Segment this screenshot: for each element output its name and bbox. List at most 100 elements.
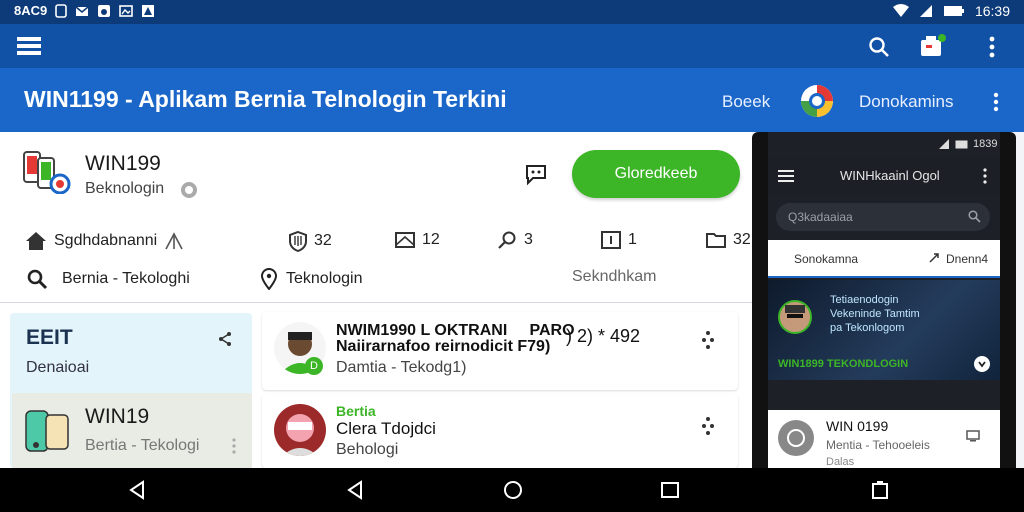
chevron-down-icon [978, 361, 986, 368]
stat-page[interactable]: 1 [600, 230, 637, 250]
stats-home[interactable]: Sgdhdabnanni [24, 230, 185, 252]
mail-icon [75, 5, 89, 16]
phone-tab-right[interactable]: Dnenn4 [946, 252, 988, 266]
filter-right-label[interactable]: Sekndhkam [572, 268, 657, 286]
info-icon [181, 182, 197, 198]
stat-folder[interactable]: 32 [705, 230, 751, 250]
phone-promo-banner[interactable]: Tetiaenodogin Vekeninde Tamtim pa Tekonl… [768, 280, 1000, 380]
promo-line-3: pa Tekonlogom [830, 322, 905, 334]
phone-card-avatar [778, 420, 814, 456]
app-subtitle: Beknologin [85, 180, 165, 197]
page-icon [601, 231, 621, 249]
phone-tabs: Sonokamna Dnenn4 [768, 240, 1000, 278]
clipboard-icon[interactable] [871, 480, 889, 500]
verified-badge: D [305, 357, 323, 375]
promo-line-1: Tetiaenodogin [830, 294, 899, 306]
phone-more-icon[interactable] [982, 168, 988, 184]
location-pin-icon [260, 268, 278, 290]
divider [0, 302, 752, 303]
menu-icon[interactable] [17, 36, 41, 56]
home-circle-icon[interactable] [503, 480, 523, 500]
status-left-text: 8AC9 [14, 3, 48, 18]
phone-tab-icon [929, 253, 939, 263]
filter-search[interactable]: Bernia - Tekologhi [26, 268, 190, 290]
image-icon [119, 4, 134, 17]
phone-card-subtitle-2: Dalas [826, 456, 855, 468]
stat5-value: 32 [733, 231, 751, 248]
promo-line-2: Vekeninde Tamtim [830, 308, 920, 320]
share-icon[interactable] [217, 331, 233, 347]
filter-search-label: Bernia - Tekologhi [62, 270, 190, 287]
promo-green-text: WIN1899 TEKONDLOGIN [778, 358, 909, 370]
status-time: 16:39 [974, 3, 1010, 19]
list-item-title-2: Naiirarnafoo reirnodicit F79) [336, 338, 551, 355]
filter-location[interactable]: Teknologin [260, 268, 363, 290]
search-small-icon [27, 269, 48, 290]
browser-logo-icon [801, 85, 833, 117]
folder-icon [706, 233, 726, 248]
header-link-account[interactable]: Donokamins [859, 92, 954, 112]
more-vert-icon[interactable] [988, 36, 996, 58]
wifi-icon [892, 4, 909, 17]
mail-outline-icon [395, 232, 415, 248]
search-icon[interactable] [868, 36, 890, 58]
panel-subtitle: Denaioai [26, 359, 90, 376]
title-bar: WIN1199 - Aplikam Bernia Telnologin Terk… [0, 68, 1024, 132]
recents-icon[interactable] [660, 480, 680, 500]
phone-app-card[interactable]: WIN 0199 Mentia - Tehooeleis Dalas [768, 410, 1000, 468]
promo-avatar [778, 300, 812, 334]
list-item-subtitle: Damtia - Tekodg1) [336, 359, 467, 376]
signal-icon [919, 5, 932, 17]
home-label: Sgdhdabnanni [54, 232, 158, 249]
chat-icon[interactable] [523, 162, 549, 186]
status-bar: 8AC9 16:39 [0, 0, 1024, 24]
phone-signal-icon [939, 139, 949, 149]
list-item-more-icon[interactable] [700, 416, 716, 436]
stat2-value: 12 [422, 231, 440, 248]
header-link-book[interactable]: Boeek [722, 92, 770, 112]
stat1-value: 32 [314, 232, 332, 249]
panel-title: EEIT [26, 326, 73, 349]
toolbar [0, 24, 1024, 68]
phone-search-placeholder: Q3kadaaiaa [788, 210, 853, 224]
home-icon [26, 232, 46, 250]
system-nav-bar [0, 468, 1024, 512]
avatar [274, 404, 326, 456]
back-icon[interactable] [128, 480, 146, 500]
page-title: WIN1199 - Aplikam Bernia Telnologin Terk… [24, 86, 507, 112]
install-button[interactable]: Gloredkeeb [572, 150, 740, 198]
list-item-more-icon[interactable] [700, 330, 716, 350]
stat3-value: 3 [524, 231, 533, 248]
app-logo-icon [23, 151, 71, 194]
filter-location-label: Teknologin [286, 270, 363, 287]
status-right: 16:39 [892, 3, 1010, 19]
phone-card-subtitle: Mentia - Tehooeleis [826, 438, 930, 452]
app-name: WIN199 [85, 152, 161, 175]
phone-time: 1839 [973, 138, 998, 150]
phone-search-input[interactable]: Q3kadaaiaa [776, 203, 990, 231]
left-card-more-icon[interactable] [231, 438, 237, 454]
stat-shield[interactable]: 32 [288, 230, 332, 252]
list-item-highlight: Bertia [336, 403, 376, 419]
left-card-title: WIN19 [85, 405, 150, 428]
list-item-subtitle: Behologi [336, 441, 399, 458]
phone-tab-left[interactable]: Sonokamna [794, 252, 858, 266]
phone-card-action-icon[interactable] [966, 430, 980, 442]
promo-dropdown-button[interactable] [974, 356, 990, 372]
phone-app-icon [25, 410, 69, 452]
list-item-title: Clera Tdojdci [336, 419, 436, 438]
sim-icon [55, 3, 68, 18]
list-item-count: ) 2) * 492 [566, 326, 641, 346]
phone-menu-icon[interactable] [778, 169, 794, 183]
alert-icon [142, 4, 155, 17]
shield-icon [289, 230, 307, 252]
stat-mail[interactable]: 12 [394, 230, 440, 250]
status-left: 8AC9 [14, 3, 155, 18]
stat-search[interactable]: 3 [496, 230, 533, 250]
back-icon[interactable] [346, 480, 364, 500]
phone-search-icon [968, 210, 981, 223]
notification-icon[interactable] [920, 34, 948, 58]
title-more-icon[interactable] [992, 92, 1000, 112]
list-item[interactable] [262, 395, 738, 468]
android-icon [98, 4, 111, 17]
